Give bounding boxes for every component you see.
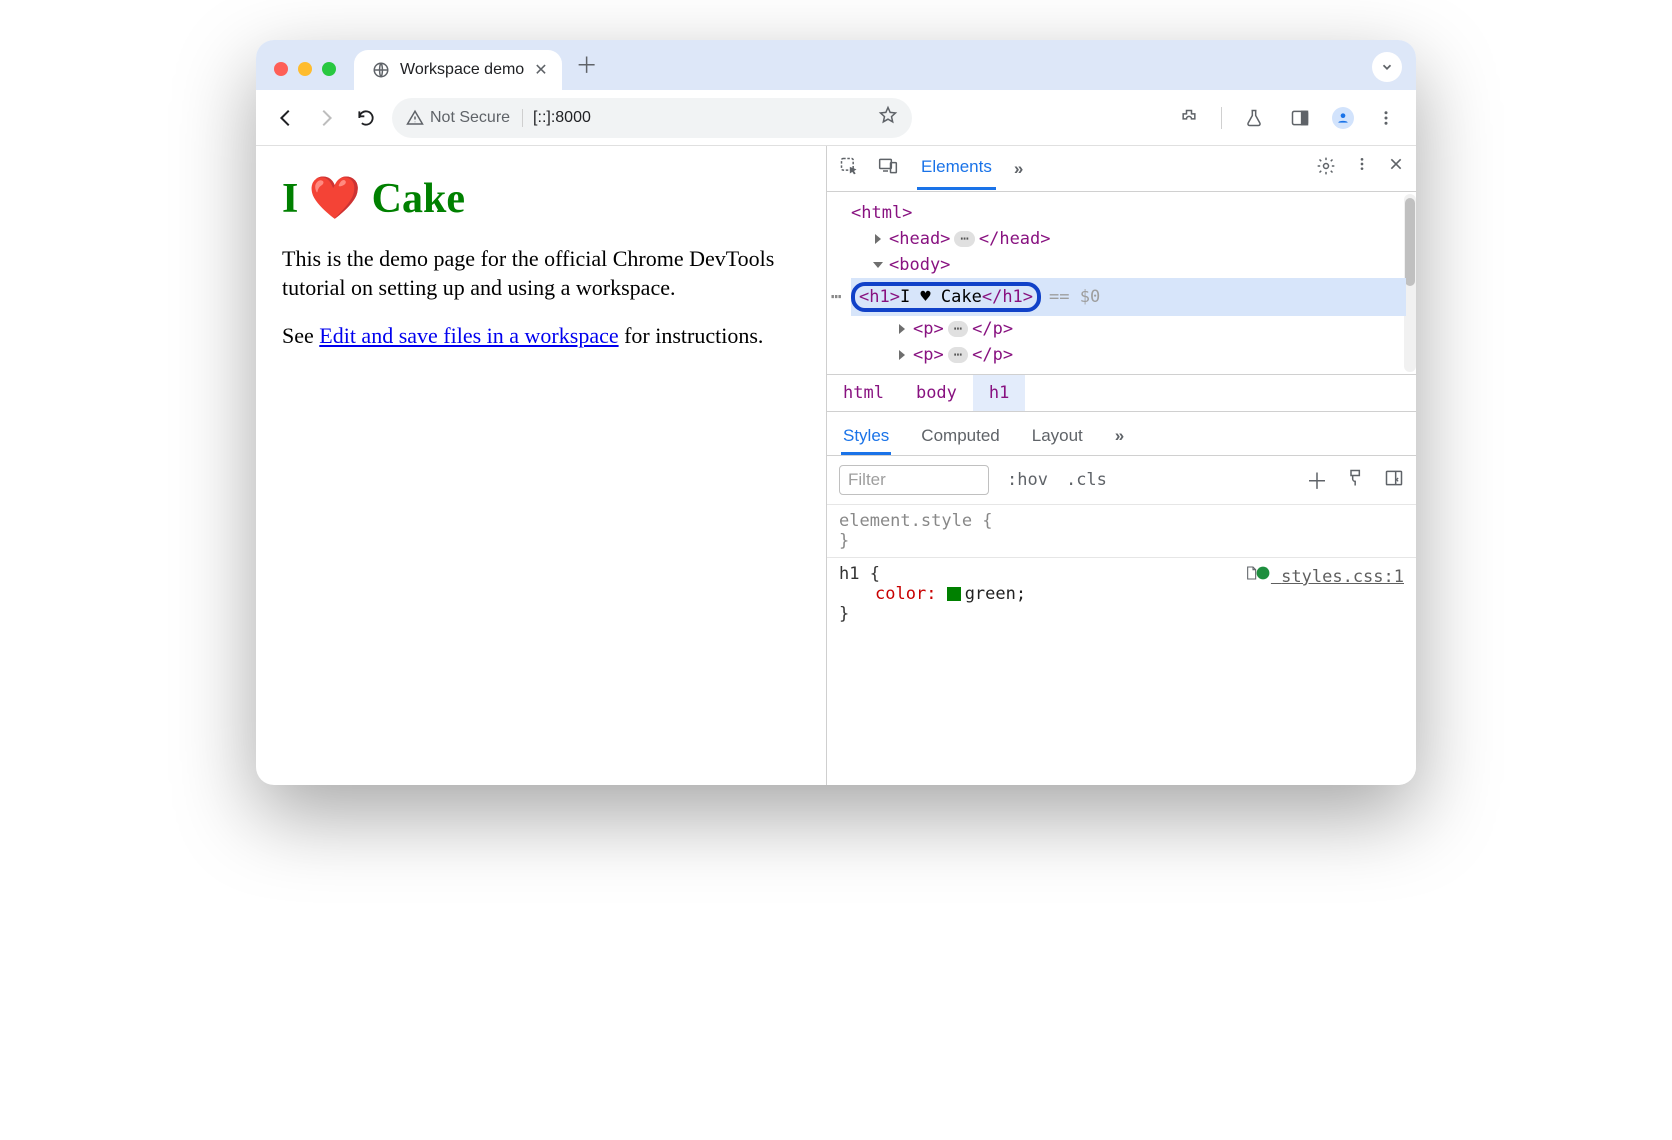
hov-toggle[interactable]: :hov xyxy=(1007,470,1048,490)
address-bar[interactable]: Not Secure [::]:8000 xyxy=(392,98,912,138)
minimize-window-button[interactable] xyxy=(298,62,312,76)
page-paragraph-2: See Edit and save files in a workspace f… xyxy=(282,322,800,351)
page-paragraph-1: This is the demo page for the official C… xyxy=(282,245,800,302)
tab-overflow-button[interactable] xyxy=(1372,52,1402,82)
computed-panel-icon[interactable] xyxy=(1384,468,1404,493)
source-link[interactable]: styles.css:1 xyxy=(1243,564,1404,587)
styles-filter-input[interactable]: Filter xyxy=(839,465,989,495)
reload-button[interactable] xyxy=(352,104,380,132)
cls-toggle[interactable]: .cls xyxy=(1066,470,1107,490)
profile-avatar[interactable] xyxy=(1332,107,1354,129)
new-style-rule-icon[interactable]: ＋ xyxy=(1306,464,1328,496)
ellipsis-icon[interactable]: ⋯ xyxy=(954,231,974,247)
device-toggle-icon[interactable] xyxy=(877,156,899,181)
dom-breadcrumbs: html body h1 xyxy=(827,374,1416,412)
expand-arrow-icon[interactable] xyxy=(899,350,905,360)
inspect-icon[interactable] xyxy=(839,156,859,181)
collapse-arrow-icon[interactable] xyxy=(873,262,883,268)
tab-elements[interactable]: Elements xyxy=(917,147,996,190)
browser-toolbar: Not Secure [::]:8000 xyxy=(256,90,1416,146)
globe-icon xyxy=(372,61,390,79)
devtools-panel: Elements » <html> <head> ⋯ </head> <body… xyxy=(826,146,1416,785)
styles-tabs-overflow-icon[interactable]: » xyxy=(1113,420,1126,455)
styles-toolbar: Filter :hov .cls ＋ xyxy=(827,456,1416,505)
close-tab-icon[interactable]: ✕ xyxy=(534,60,547,80)
devtools-kebab-icon[interactable] xyxy=(1354,156,1370,181)
styles-tabstrip: Styles Computed Layout » xyxy=(827,412,1416,456)
expand-arrow-icon[interactable] xyxy=(875,234,881,244)
highlighted-node: <h1>I ♥ Cake</h1> xyxy=(851,282,1041,312)
expand-arrow-icon[interactable] xyxy=(899,324,905,334)
tab-layout[interactable]: Layout xyxy=(1030,420,1085,455)
color-swatch[interactable] xyxy=(947,587,961,601)
security-chip[interactable]: Not Secure xyxy=(406,109,523,127)
extensions-icon[interactable] xyxy=(1175,104,1203,132)
tutorial-link[interactable]: Edit and save files in a workspace xyxy=(319,323,618,348)
forward-button[interactable] xyxy=(312,104,340,132)
devtools-tabstrip: Elements » xyxy=(827,146,1416,192)
crumb-html[interactable]: html xyxy=(827,375,900,411)
kebab-menu-icon[interactable] xyxy=(1372,104,1400,132)
page-heading: I ❤️ Cake xyxy=(282,174,800,223)
warning-icon xyxy=(406,109,424,127)
ellipsis-icon[interactable]: ⋯ xyxy=(948,321,968,337)
toolbar-separator xyxy=(1221,107,1222,129)
crumb-body[interactable]: body xyxy=(900,375,973,411)
sidepanel-icon[interactable] xyxy=(1286,104,1314,132)
tab-title: Workspace demo xyxy=(400,61,524,79)
back-button[interactable] xyxy=(272,104,300,132)
tab-computed[interactable]: Computed xyxy=(919,420,1001,455)
maximize-window-button[interactable] xyxy=(322,62,336,76)
close-devtools-icon[interactable] xyxy=(1388,156,1404,181)
brush-icon[interactable] xyxy=(1346,468,1366,493)
styles-rules[interactable]: element.style { } styles.css:1 h1 { colo… xyxy=(827,505,1416,636)
tab-styles[interactable]: Styles xyxy=(841,420,891,455)
browser-tab[interactable]: Workspace demo ✕ xyxy=(354,50,562,90)
window-controls xyxy=(256,62,354,90)
ellipsis-icon[interactable]: ⋯ xyxy=(948,347,968,363)
bookmark-star-icon[interactable] xyxy=(878,105,898,130)
selected-dom-node[interactable]: <h1>I ♥ Cake</h1> == $0 xyxy=(851,278,1406,316)
page-content: I ❤️ Cake This is the demo page for the … xyxy=(256,146,826,785)
url-text: [::]:8000 xyxy=(533,109,591,127)
tab-strip: Workspace demo ✕ ＋ xyxy=(256,40,1416,90)
labs-icon[interactable] xyxy=(1240,104,1268,132)
browser-window: Workspace demo ✕ ＋ Not Secure [::]:8000 xyxy=(256,40,1416,785)
close-window-button[interactable] xyxy=(274,62,288,76)
new-tab-button[interactable]: ＋ xyxy=(562,48,616,90)
crumb-h1[interactable]: h1 xyxy=(973,375,1025,411)
gear-icon[interactable] xyxy=(1316,156,1336,181)
tabs-overflow-icon[interactable]: » xyxy=(1014,159,1023,179)
dom-tree[interactable]: <html> <head> ⋯ </head> <body> <h1>I ♥ C… xyxy=(827,192,1416,374)
